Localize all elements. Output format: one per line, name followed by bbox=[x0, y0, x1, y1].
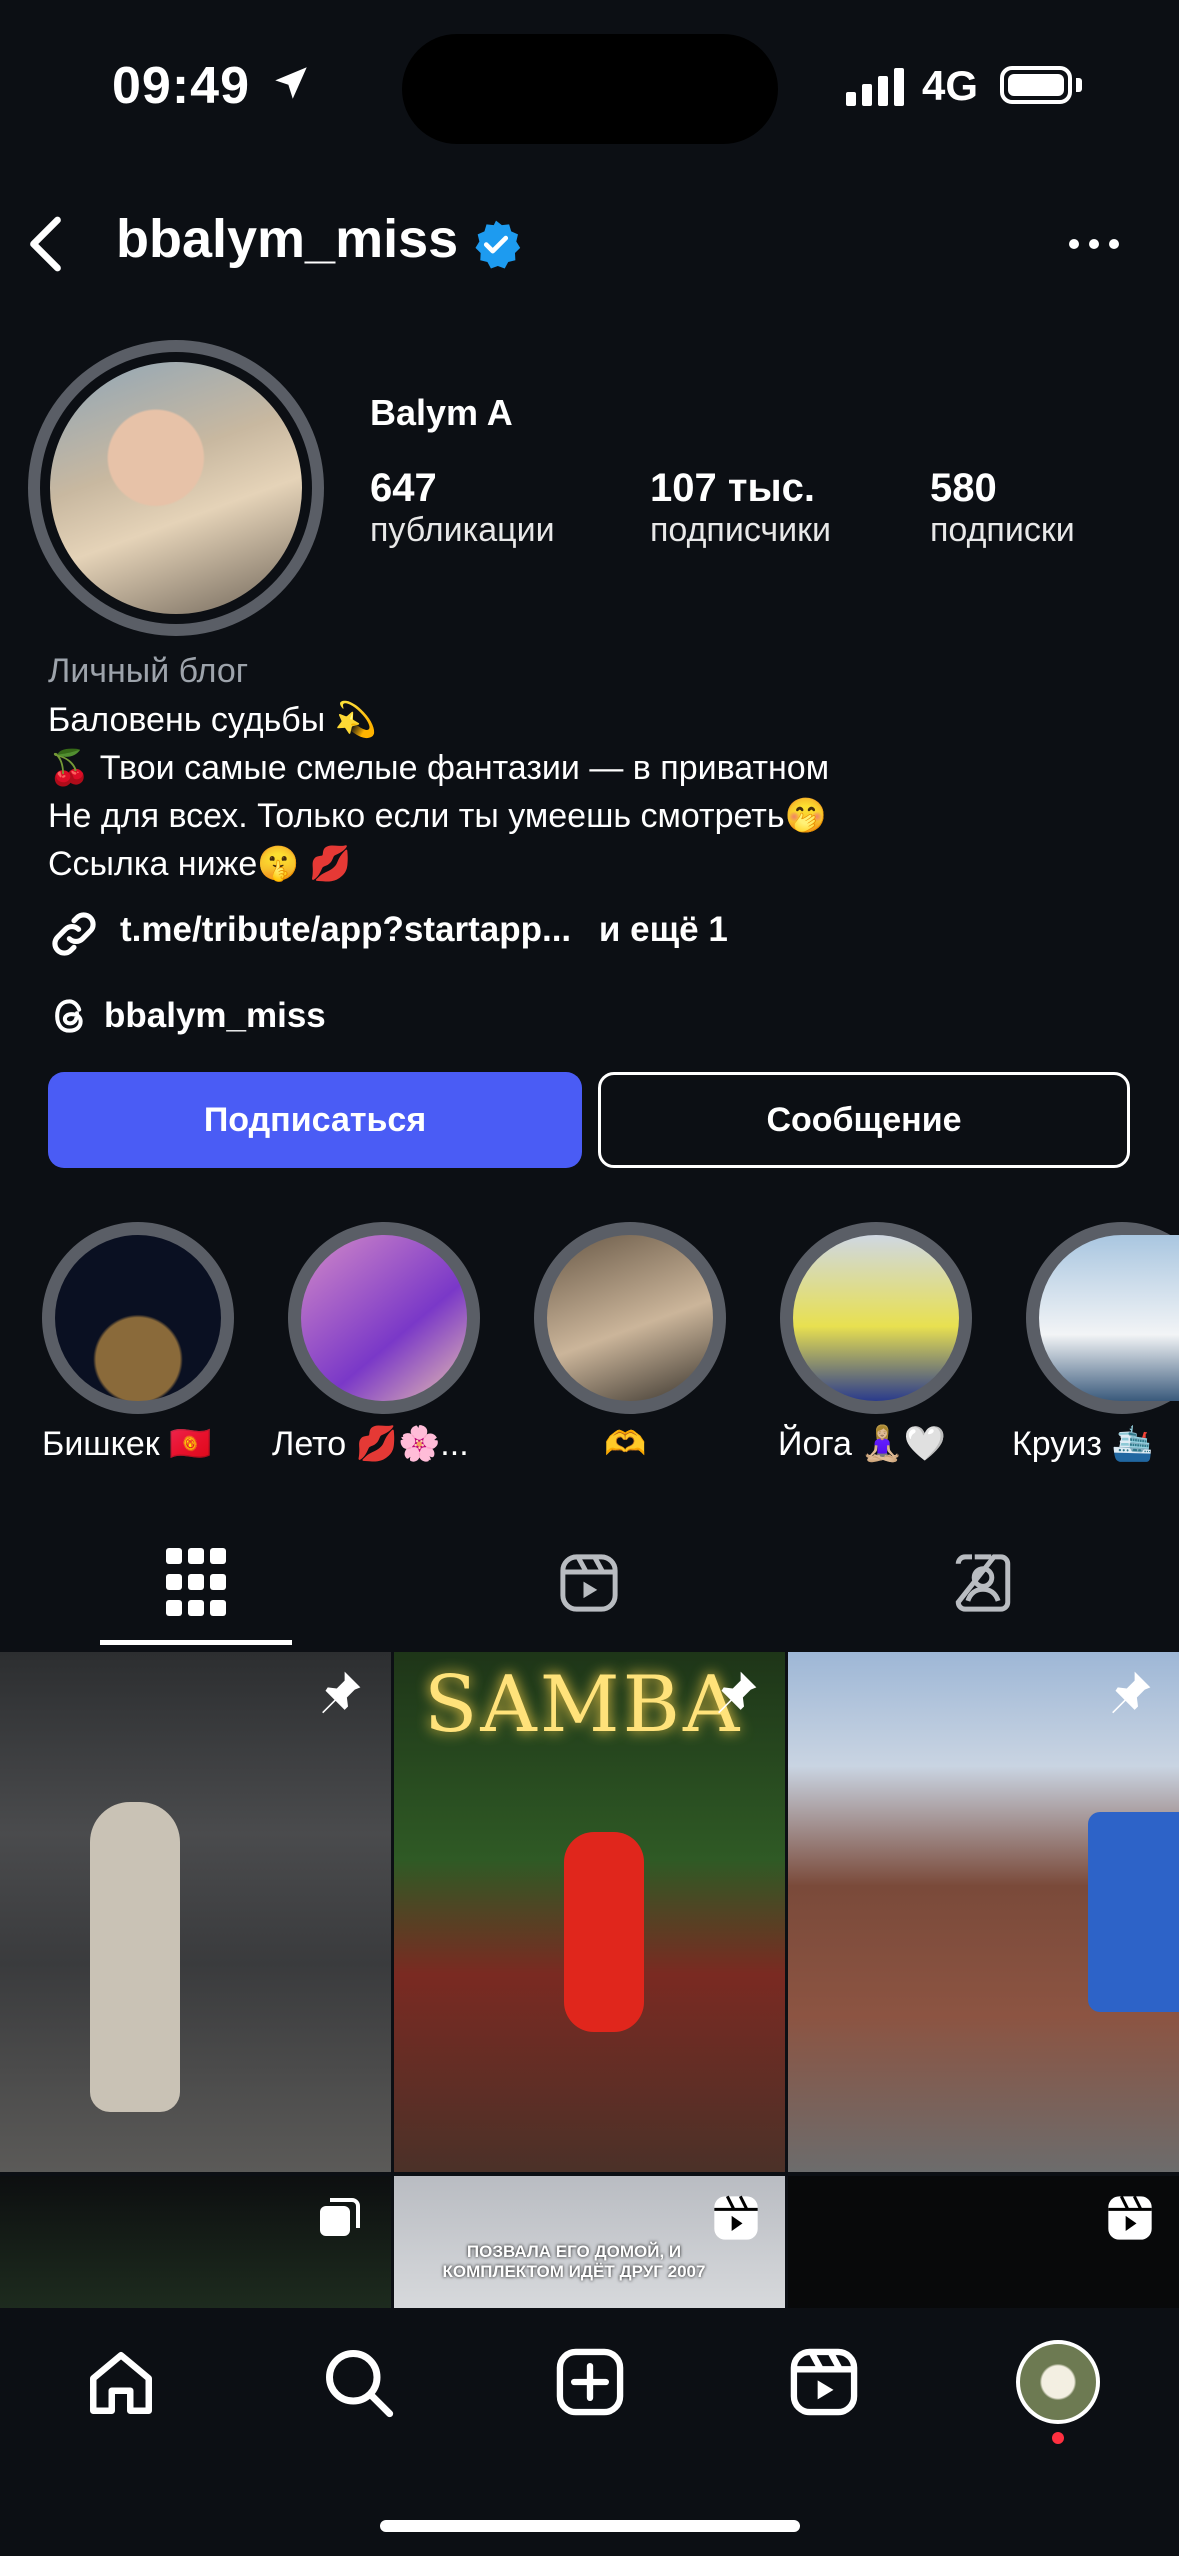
stat-following-value: 580 bbox=[930, 466, 997, 510]
stat-posts-value: 647 bbox=[370, 466, 437, 510]
highlight-cover bbox=[793, 1235, 959, 1401]
status-time: 09:49 bbox=[112, 57, 250, 115]
threads-handle[interactable]: bbalym_miss bbox=[104, 996, 326, 1036]
reels-tab-icon[interactable] bbox=[556, 1550, 622, 1616]
battery-icon bbox=[1000, 66, 1072, 104]
pin-icon bbox=[322, 1671, 361, 1714]
home-icon[interactable] bbox=[84, 2346, 158, 2420]
highlight-cover bbox=[547, 1235, 713, 1401]
reel-badge-icon bbox=[714, 2195, 758, 2240]
create-post-icon[interactable] bbox=[552, 2344, 628, 2420]
stat-followers-label: подписчики bbox=[650, 511, 832, 549]
notification-dot bbox=[1052, 2432, 1064, 2444]
post-neon-sign: SAMBA bbox=[424, 1660, 743, 1750]
stat-followers[interactable]: 107 тыс. подписчики bbox=[650, 466, 831, 550]
bio-line-2: 🍒 Твои самые смелые фантазии — в приватн… bbox=[48, 749, 830, 787]
bio-line-3: Не для всех. Только если ты умеешь смотр… bbox=[48, 797, 827, 835]
cellular-signal-icon bbox=[846, 66, 904, 106]
highlight-label: Круиз 🛳️ bbox=[1012, 1425, 1154, 1463]
post-tram bbox=[1088, 1812, 1179, 2012]
message-button[interactable]: Сообщение bbox=[598, 1072, 1130, 1168]
post-figure bbox=[564, 1832, 644, 2032]
display-name: Balym A bbox=[370, 392, 513, 433]
avatar[interactable] bbox=[50, 362, 302, 614]
stat-followers-value: 107 тыс. bbox=[650, 466, 815, 510]
post-figure bbox=[90, 1802, 180, 2112]
network-type: 4G bbox=[922, 62, 979, 109]
bio-link-url[interactable]: t.me/tribute/app?startapp... bbox=[120, 910, 571, 949]
bio-line-1: Баловень судьбы 💫 bbox=[48, 701, 377, 739]
pin-icon bbox=[1112, 1671, 1151, 1714]
pin-icon bbox=[718, 1671, 757, 1714]
reels-nav-icon[interactable] bbox=[786, 2344, 862, 2420]
link-icon bbox=[52, 912, 96, 956]
highlight-cover bbox=[55, 1235, 221, 1401]
home-indicator bbox=[380, 2520, 800, 2532]
threads-icon bbox=[55, 999, 83, 1033]
stat-following-label: подписки bbox=[930, 511, 1075, 549]
follow-button[interactable]: Подписаться bbox=[48, 1072, 582, 1168]
highlight-label: Бишкек 🇰🇬 bbox=[42, 1425, 212, 1463]
post-caption: ПОЗВАЛА ЕГО ДОМОЙ, И КОМПЛЕКТОМ ИДЁТ ДРУ… bbox=[442, 2242, 706, 2281]
battery-nub bbox=[1076, 78, 1082, 92]
highlight-label: Йога 🧘🏼‍♀️🤍 bbox=[778, 1425, 947, 1463]
back-icon[interactable] bbox=[22, 214, 72, 274]
dynamic-island bbox=[402, 34, 778, 144]
stat-posts-label: публикации bbox=[370, 511, 555, 549]
highlight-label: 🫶 bbox=[604, 1425, 647, 1463]
more-options-icon[interactable] bbox=[1066, 236, 1122, 252]
carousel-icon bbox=[320, 2198, 360, 2236]
post-thumbnail[interactable] bbox=[0, 1652, 391, 2172]
verified-badge-icon bbox=[475, 220, 521, 269]
reel-badge-icon bbox=[1108, 2195, 1152, 2240]
location-arrow-icon bbox=[275, 67, 307, 99]
profile-nav-avatar[interactable] bbox=[1016, 2340, 1100, 2424]
post-thumbnail[interactable] bbox=[788, 1652, 1179, 2172]
bio-link-more[interactable]: и ещё 1 bbox=[599, 910, 728, 949]
active-tab-indicator bbox=[100, 1640, 292, 1645]
post-thumbnail[interactable]: SAMBA bbox=[394, 1652, 785, 2172]
stat-posts[interactable]: 647 публикации bbox=[370, 466, 555, 550]
profile-category: Личный блог bbox=[48, 652, 249, 690]
profile-username: bbalym_miss bbox=[116, 209, 459, 269]
tagged-tab-icon[interactable] bbox=[950, 1548, 1016, 1618]
highlight-label: Лето 💋🌸... bbox=[272, 1425, 469, 1463]
bio-link[interactable]: t.me/tribute/app?startapp... и ещё 1 bbox=[120, 910, 728, 950]
highlight-cover bbox=[301, 1235, 467, 1401]
stat-following[interactable]: 580 подписки bbox=[930, 466, 1075, 550]
search-icon[interactable] bbox=[320, 2344, 396, 2420]
bio-line-4: Ссылка ниже🤫 💋 bbox=[48, 845, 352, 883]
grid-tab-icon[interactable] bbox=[166, 1548, 226, 1616]
